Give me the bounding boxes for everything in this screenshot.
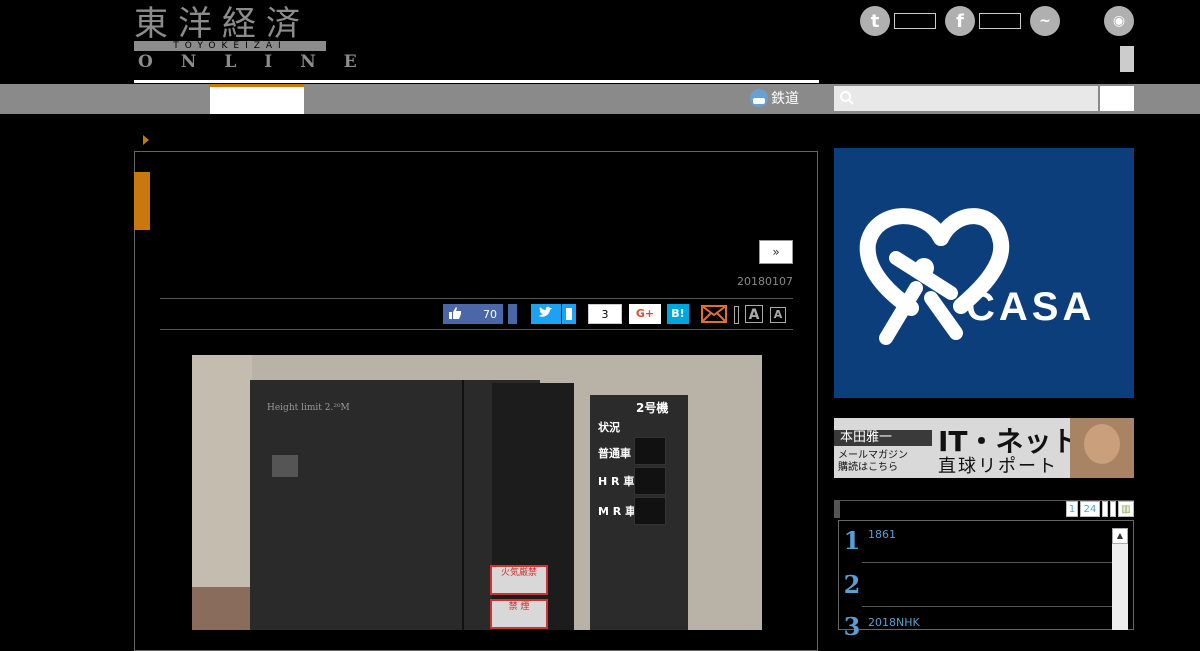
ranking-header-accent bbox=[834, 501, 840, 518]
search-input[interactable] bbox=[834, 86, 1098, 111]
logo-subtitle: TOYOKEIZAI bbox=[134, 41, 326, 51]
twitter-icon[interactable]: t bbox=[860, 6, 890, 36]
share-divider-bottom bbox=[160, 329, 793, 330]
ranking-tab-1h[interactable]: 1 bbox=[1066, 501, 1078, 517]
photo-door-seam bbox=[462, 380, 464, 630]
photo-sign-no-smoking: 禁 煙 bbox=[490, 599, 548, 629]
ranking-item[interactable]: 1 1861 bbox=[842, 528, 896, 554]
title-accent bbox=[134, 172, 150, 230]
ranking-title[interactable]: 2018NHK bbox=[868, 616, 920, 629]
site-logo[interactable]: 東洋経済 bbox=[134, 4, 310, 44]
banner-mail-line2: 購読はこちら bbox=[838, 462, 898, 473]
tweet-count bbox=[562, 304, 576, 324]
ranking-tab-more[interactable]: ▥ bbox=[1118, 501, 1134, 517]
tweet-button[interactable] bbox=[531, 304, 561, 324]
search-button[interactable] bbox=[1100, 86, 1134, 111]
messenger-icon[interactable]: ~ bbox=[1030, 6, 1060, 36]
casa-ad-banner[interactable]: ® bbox=[834, 148, 1134, 398]
banner-subtitle: 直球リポート bbox=[938, 456, 1058, 477]
facebook-count bbox=[979, 13, 1021, 29]
breadcrumb-arrow-icon bbox=[143, 135, 149, 145]
ranking-number: 3 bbox=[843, 612, 861, 641]
photo-led-panel bbox=[634, 497, 666, 525]
article-photo: Height limit 2.²⁰M 火気厳禁 禁 煙 2号機 状況 普通車 H… bbox=[192, 355, 762, 630]
logo-online: ONLINE bbox=[138, 52, 385, 72]
twitter-bird-icon bbox=[539, 306, 552, 317]
twitter-count bbox=[894, 13, 936, 29]
thumbs-up-icon bbox=[449, 306, 462, 322]
photo-sign-no-fire: 火気厳禁 bbox=[490, 565, 548, 595]
banner-author: 本田雅一 bbox=[834, 430, 932, 446]
search-icon bbox=[839, 90, 855, 106]
font-large-button[interactable]: A bbox=[745, 305, 763, 323]
facebook-like-button[interactable]: 70 bbox=[443, 304, 503, 324]
photo-stand-label: M R 車 bbox=[598, 505, 637, 518]
ranking-tab-month[interactable] bbox=[1110, 501, 1116, 517]
ranking-number: 1 bbox=[843, 526, 861, 555]
photo-led-panel bbox=[634, 437, 666, 465]
photo-door-window bbox=[272, 455, 298, 477]
ranking-divider bbox=[862, 606, 1112, 607]
photo-door-text: Height limit 2.²⁰M bbox=[267, 403, 350, 413]
header-divider bbox=[134, 80, 819, 83]
mail-icon[interactable] bbox=[701, 305, 727, 323]
ranking-item[interactable]: 2 bbox=[842, 572, 868, 598]
banner-mail-line1: メールマガジン bbox=[838, 450, 908, 461]
article-date: 20180107 bbox=[737, 275, 793, 288]
it-net-banner[interactable]: 本田雅一 メールマガジン 購読はこちら IT・ネット 直球リポート bbox=[834, 418, 1134, 478]
next-page-button[interactable]: » bbox=[759, 240, 793, 264]
casa-heart-logo-icon: ® bbox=[859, 208, 1010, 345]
like-count: 70 bbox=[483, 307, 497, 321]
rss-icon[interactable]: ◉ bbox=[1104, 6, 1134, 36]
banner-mail-text: メールマガジン 購読はこちら bbox=[838, 450, 908, 474]
photo-led-panel bbox=[634, 467, 666, 495]
font-size-separator bbox=[734, 306, 739, 324]
share-divider-top bbox=[160, 298, 793, 299]
ranking-title[interactable]: 1861 bbox=[868, 528, 896, 541]
ranking-divider bbox=[862, 562, 1112, 563]
ranking-tab-24h[interactable]: 24 bbox=[1080, 501, 1100, 517]
ranking-tab-week[interactable] bbox=[1102, 501, 1108, 517]
banner-author-face bbox=[1084, 424, 1120, 464]
photo-stand-label: 状況 bbox=[598, 421, 620, 434]
photo-stand-label: 普通車 bbox=[598, 447, 631, 460]
ranking-number: 2 bbox=[843, 570, 861, 599]
train-icon bbox=[750, 89, 768, 107]
nav-item-rail[interactable]: 鉄道 bbox=[750, 88, 799, 108]
photo-stand-label: H R 車 bbox=[598, 475, 635, 488]
hatena-bookmark-button[interactable]: B! bbox=[667, 304, 689, 324]
scroll-up-icon[interactable]: ▲ bbox=[1112, 528, 1128, 544]
google-plus-button[interactable]: G+ bbox=[629, 304, 661, 324]
photo-stand-title: 2号機 bbox=[636, 401, 669, 415]
font-small-button[interactable]: A bbox=[770, 307, 786, 323]
nav-rail-label: 鉄道 bbox=[771, 91, 799, 107]
hatena-count: 3 bbox=[588, 304, 622, 324]
facebook-icon[interactable]: f bbox=[945, 6, 975, 36]
menu-button[interactable] bbox=[1120, 46, 1134, 72]
ranking-item[interactable]: 3 2018NHK bbox=[842, 614, 920, 640]
casa-label: CASA bbox=[966, 285, 1096, 329]
nav-tab-active[interactable] bbox=[210, 84, 304, 114]
facebook-share-button[interactable] bbox=[508, 304, 517, 324]
